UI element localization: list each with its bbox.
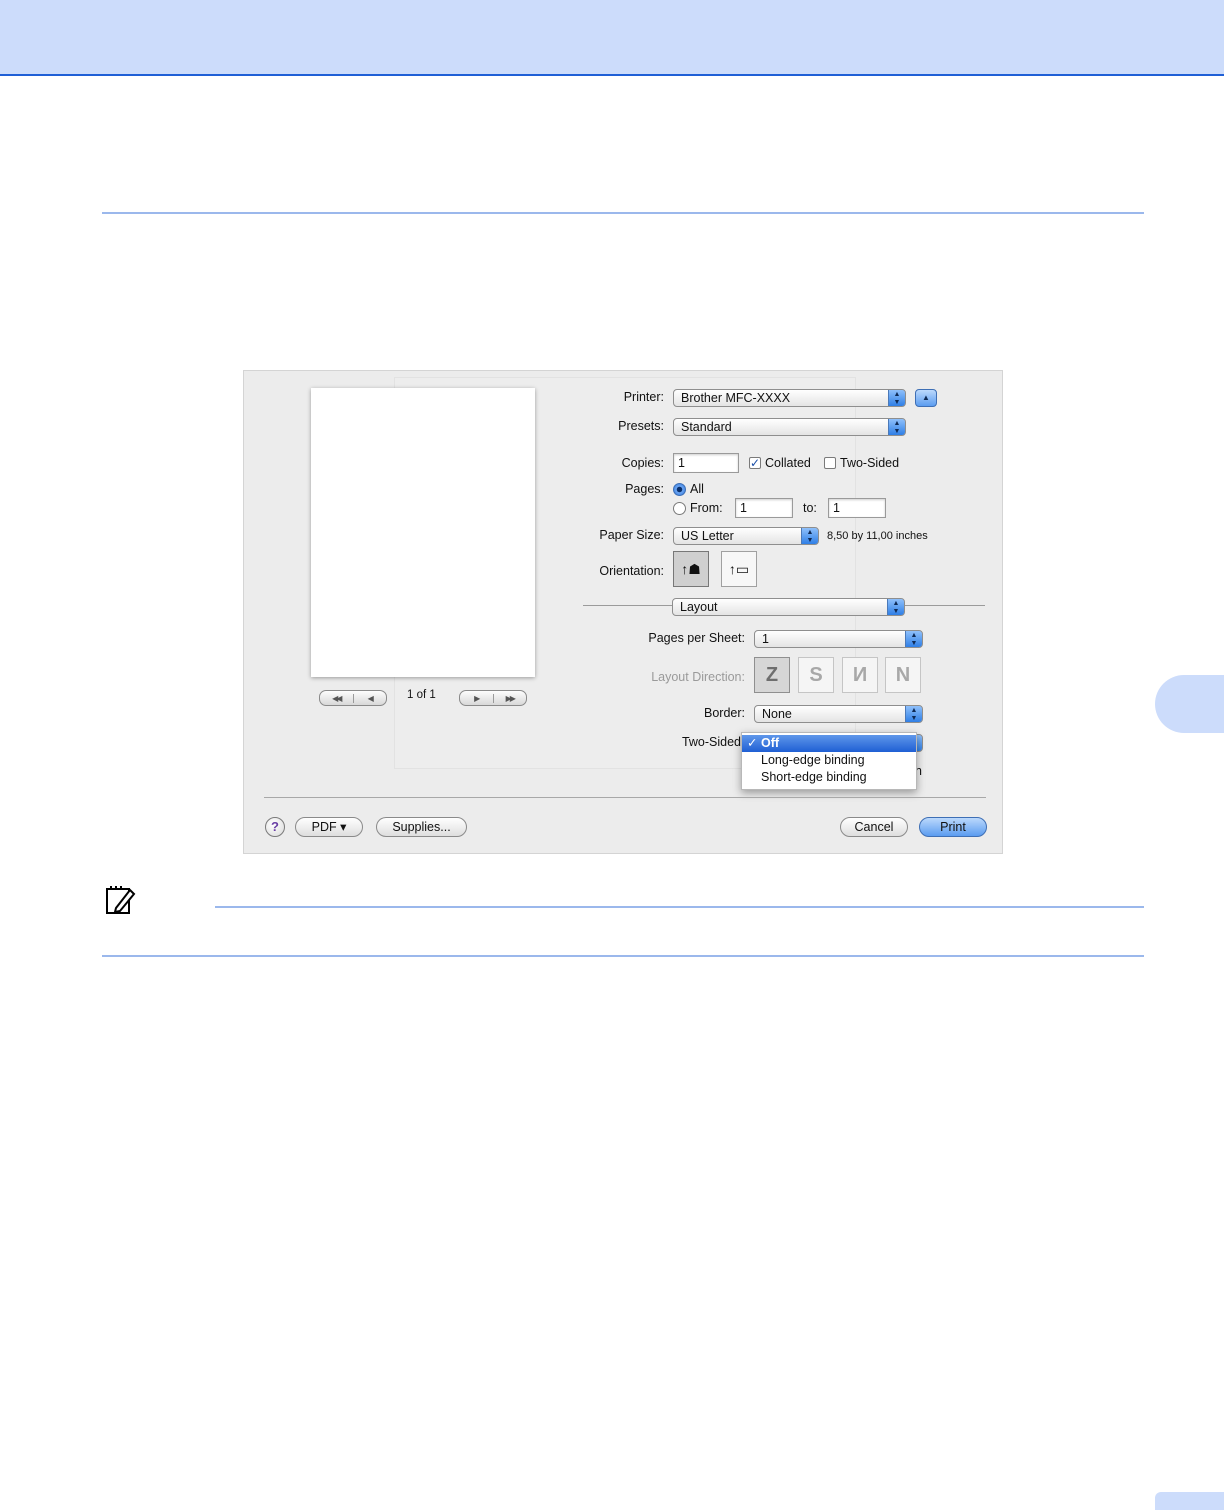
page-indicator: 1 of 1 [407, 689, 436, 701]
pages-all-label: All [690, 482, 704, 496]
layout-direction-label: Layout Direction: [651, 670, 745, 684]
portrait-person-icon: ↑☗ [681, 561, 701, 577]
two-sided-checkbox[interactable] [824, 457, 836, 469]
menu-item-short-edge-label: Short-edge binding [761, 770, 867, 784]
menu-item-off[interactable]: ✓ Off [742, 735, 916, 752]
printer-select[interactable]: Brother MFC-XXXX ▲ ▼ [673, 389, 906, 407]
pages-from-radio[interactable] [673, 502, 686, 515]
next-page-icon[interactable]: ▶ [460, 694, 493, 703]
from-page-field[interactable]: 1 [735, 498, 793, 518]
paper-size-select[interactable]: US Letter ▲ ▼ [673, 527, 819, 545]
pdf-button[interactable]: PDF ▾ [295, 817, 363, 837]
pages-per-sheet-label: Pages per Sheet: [648, 631, 745, 645]
updown-arrows-icon: ▲▼ [888, 390, 905, 406]
section-rule [102, 212, 1144, 214]
print-button[interactable]: Print [919, 817, 987, 837]
updown-arrows-icon: ▲▼ [887, 599, 904, 615]
updown-arrows-icon: ▲▼ [888, 419, 905, 435]
pages-label: Pages: [625, 482, 664, 496]
copies-field[interactable]: 1 [673, 453, 739, 473]
cancel-button[interactable]: Cancel [840, 817, 908, 837]
panel-select[interactable]: Layout ▲ ▼ [672, 598, 905, 616]
presets-value: Standard [681, 420, 732, 434]
paper-dimensions: 8,50 by 11,00 inches [827, 530, 928, 542]
menu-item-off-label: Off [761, 736, 780, 750]
supplies-button[interactable]: Supplies... [376, 817, 467, 837]
page-preview [311, 388, 535, 677]
landscape-orientation-button[interactable]: ↑▭ [721, 551, 757, 587]
layout-n-reverse-icon[interactable]: И [842, 657, 878, 693]
collapse-disclosure-button[interactable]: ▲ [915, 389, 937, 407]
pages-per-sheet-select[interactable]: 1 ▲ ▼ [754, 630, 923, 648]
landscape-person-icon: ↑▭ [728, 561, 750, 577]
note-icon [106, 886, 136, 914]
border-value: None [762, 707, 792, 721]
updown-arrows-icon: ▲▼ [905, 631, 922, 647]
menu-item-short-edge[interactable]: Short-edge binding [742, 769, 916, 786]
preview-forward-buttons[interactable]: ▶ ▶▶ [459, 690, 527, 706]
first-page-icon[interactable]: ◀◀ [320, 694, 353, 703]
printer-label: Printer: [623, 390, 664, 404]
border-label: Border: [704, 706, 745, 720]
help-button[interactable]: ? [265, 817, 285, 837]
page-header-band [0, 0, 1224, 76]
presets-label: Presets: [618, 419, 664, 433]
prev-page-icon[interactable]: ◀ [352, 693, 387, 703]
chapter-tab [1155, 675, 1224, 733]
menu-item-long-edge-label: Long-edge binding [761, 753, 865, 767]
two-sided-menu: ✓ Off Long-edge binding Short-edge bindi… [741, 732, 917, 790]
panel-value: Layout [680, 600, 718, 614]
two-sided-label: Two-Sided [840, 456, 900, 470]
layout-reverse-z-icon[interactable]: S [798, 657, 834, 693]
two-sided-popup-label: Two-Sided [681, 735, 741, 749]
page-number-tab [1155, 1492, 1224, 1510]
copies-label: Copies: [621, 456, 664, 470]
note-rule [215, 906, 1144, 908]
paper-size-value: US Letter [681, 529, 734, 543]
to-page-field[interactable]: 1 [828, 498, 886, 518]
pages-to-label: to: [803, 501, 817, 515]
pages-from-label: From: [690, 501, 723, 515]
pages-per-sheet-value: 1 [762, 632, 769, 646]
bottom-separator [264, 797, 986, 798]
collated-label: Collated [765, 456, 811, 470]
border-select[interactable]: None ▲ ▼ [754, 705, 923, 723]
presets-select[interactable]: Standard ▲ ▼ [673, 418, 906, 436]
print-dialog: ◀◀ ◀ 1 of 1 ▶ ▶▶ Printer: Brother MFC-XXXX… [243, 370, 1003, 854]
last-page-icon[interactable]: ▶▶ [492, 693, 527, 703]
layout-z-icon[interactable]: Z [754, 657, 790, 693]
updown-arrows-icon: ▲▼ [905, 706, 922, 722]
checkmark-icon: ✓ [747, 736, 758, 750]
updown-arrows-icon: ▲▼ [801, 528, 818, 544]
preview-back-buttons[interactable]: ◀◀ ◀ [319, 690, 387, 706]
collated-checkbox[interactable]: ✓ [749, 457, 761, 469]
paper-size-label: Paper Size: [599, 528, 664, 542]
orientation-label: Orientation: [599, 564, 664, 578]
menu-item-long-edge[interactable]: Long-edge binding [742, 752, 916, 769]
portrait-orientation-button[interactable]: ↑☗ [673, 551, 709, 587]
pages-all-radio[interactable] [673, 483, 686, 496]
printer-value: Brother MFC-XXXX [681, 391, 791, 405]
layout-n-icon[interactable]: N [885, 657, 921, 693]
note-end-rule [102, 955, 1144, 957]
